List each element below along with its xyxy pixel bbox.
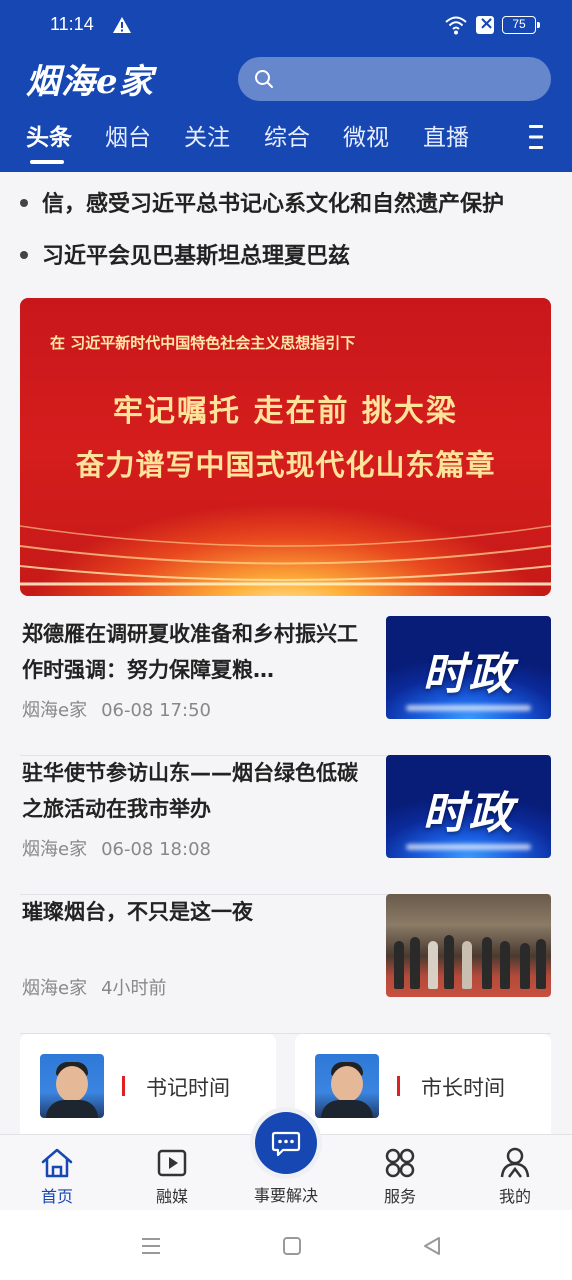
news-item[interactable]: 郑德雁在调研夏收准备和乡村振兴工作时强调：努力保障夏粮… 烟海e家 06-08 1… — [20, 616, 551, 756]
headline-item[interactable]: 信，感受习近平总书记心系文化和自然遗产保护 — [20, 186, 550, 218]
search-icon — [255, 70, 273, 88]
tab-zonghe[interactable]: 综合 — [264, 118, 310, 152]
news-source: 烟海e家 — [22, 700, 88, 721]
banner-title: 牢记嘱托 走在前 挑大梁 — [113, 394, 458, 429]
channel-tabs: 头条 烟台 关注 综合 微视 直播 — [0, 118, 572, 172]
app-header: 11:14 75 烟海e家 头条 烟台 关注 综合 微视 直播 — [0, 0, 572, 172]
thumbnail-label: 时政 — [422, 788, 515, 839]
nav-label: 融媒 — [155, 1187, 188, 1206]
person-figure — [410, 937, 420, 989]
status-time: 11:14 — [50, 14, 94, 34]
banner-light-lines — [20, 525, 551, 586]
nav-label: 事要解决 — [253, 1186, 318, 1205]
news-time: 06-08 17:50 — [101, 700, 211, 721]
thumbnail-label: 时政 — [422, 649, 515, 700]
sim-off-icon — [476, 13, 494, 34]
nav-services[interactable]: 服务 — [355, 1135, 445, 1211]
nav-mine[interactable]: 我的 — [470, 1135, 560, 1211]
thumbnail-glow — [406, 705, 531, 711]
news-meta: 烟海e家 06-08 17:50 — [22, 696, 225, 722]
app-logo[interactable]: 烟海e家 — [26, 54, 186, 102]
back-icon[interactable] — [420, 1234, 444, 1258]
tab-weishi[interactable]: 微视 — [343, 118, 389, 152]
news-thumbnail: 时政 — [386, 616, 551, 719]
nav-label: 首页 — [40, 1187, 73, 1206]
nav-media[interactable]: 融媒 — [127, 1135, 217, 1211]
news-item[interactable]: 驻华使节参访山东——烟台绿色低碳之旅活动在我市举办 烟海e家 06-08 18:0… — [20, 755, 551, 895]
bullet-dot — [20, 251, 28, 259]
bullet-dot — [20, 199, 28, 207]
search-input[interactable] — [238, 57, 551, 101]
chat-icon — [271, 1131, 301, 1157]
news-photo — [386, 894, 551, 997]
nav-home[interactable]: 首页 — [12, 1135, 102, 1211]
person-figure — [500, 941, 510, 989]
tab-guanzhu[interactable]: 关注 — [184, 118, 230, 152]
person-figure — [428, 941, 438, 989]
headline-item[interactable]: 习近平会见巴基斯坦总理夏巴兹 — [20, 238, 550, 270]
news-time: 4小时前 — [101, 978, 167, 999]
play-icon — [157, 1149, 187, 1177]
news-title: 驻华使节参访山东——烟台绿色低碳之旅活动在我市举办 — [22, 761, 358, 821]
card-secretary-time[interactable]: 书记时间 — [20, 1034, 276, 1134]
tab-zhibo[interactable]: 直播 — [423, 118, 469, 152]
banner-top-line: 在 习近平新时代中国特色社会主义思想指引下 — [50, 334, 356, 352]
news-meta: 烟海e家 06-08 18:08 — [22, 835, 225, 861]
news-title: 璀璨烟台，不只是这一夜 — [22, 900, 253, 924]
person-figure — [394, 941, 404, 989]
news-title: 郑德雁在调研夏收准备和乡村振兴工作时强调：努力保障夏粮… — [22, 622, 358, 682]
person-figure — [444, 935, 454, 989]
status-bar: 11:14 75 — [0, 0, 572, 52]
home-button-icon[interactable] — [280, 1234, 304, 1258]
banner-subtitle: 奋力谱写中国式现代化山东篇章 — [75, 448, 496, 482]
person-figure — [482, 937, 492, 989]
thumbnail-glow — [406, 844, 531, 850]
recents-icon[interactable] — [139, 1234, 163, 1258]
active-tab-indicator — [30, 160, 64, 164]
feed[interactable]: 信，感受习近平总书记心系文化和自然遗产保护 习近平会见巴基斯坦总理夏巴兹 在 习… — [0, 172, 572, 1134]
nav-issue-resolve-button[interactable] — [255, 1112, 317, 1174]
tab-toutiao[interactable]: 头条 — [26, 118, 72, 152]
system-nav-bar — [0, 1210, 572, 1280]
headline-text: 信，感受习近平总书记心系文化和自然遗产保护 — [42, 192, 505, 217]
home-icon — [41, 1148, 73, 1178]
news-source: 烟海e家 — [22, 978, 88, 999]
headline-text: 习近平会见巴基斯坦总理夏巴兹 — [42, 244, 351, 269]
grid-icon — [385, 1148, 415, 1178]
news-source: 烟海e家 — [22, 839, 88, 860]
person-figure — [462, 941, 472, 989]
news-item[interactable]: 璀璨烟台，不只是这一夜 烟海e家 4小时前 — [20, 894, 551, 1034]
avatar-suit — [321, 1100, 373, 1118]
person-figure — [520, 943, 530, 989]
nav-label: 服务 — [383, 1187, 416, 1206]
card-label: 市长时间 — [421, 1076, 505, 1100]
news-time: 06-08 18:08 — [101, 839, 211, 860]
news-thumbnail: 时政 — [386, 755, 551, 858]
avatar — [315, 1054, 379, 1118]
card-label: 书记时间 — [146, 1076, 230, 1100]
card-mayor-time[interactable]: 市长时间 — [295, 1034, 551, 1134]
avatar-suit — [46, 1100, 98, 1118]
tab-yantai[interactable]: 烟台 — [105, 118, 151, 152]
battery-indicator: 75 — [502, 16, 540, 34]
person-figure — [536, 939, 546, 989]
avatar-face — [56, 1066, 88, 1102]
menu-icon[interactable] — [527, 124, 545, 150]
avatar-face — [331, 1066, 363, 1102]
avatar — [40, 1054, 104, 1118]
alert-icon — [113, 17, 131, 33]
user-icon — [500, 1147, 530, 1178]
card-accent-bar — [122, 1076, 125, 1096]
feature-banner[interactable]: 在 习近平新时代中国特色社会主义思想指引下 牢记嘱托 走在前 挑大梁 奋力谱写中… — [20, 298, 551, 596]
nav-label: 我的 — [498, 1187, 531, 1206]
news-meta: 烟海e家 4小时前 — [22, 974, 181, 1000]
card-accent-bar — [397, 1076, 400, 1096]
wifi-icon — [445, 16, 467, 35]
